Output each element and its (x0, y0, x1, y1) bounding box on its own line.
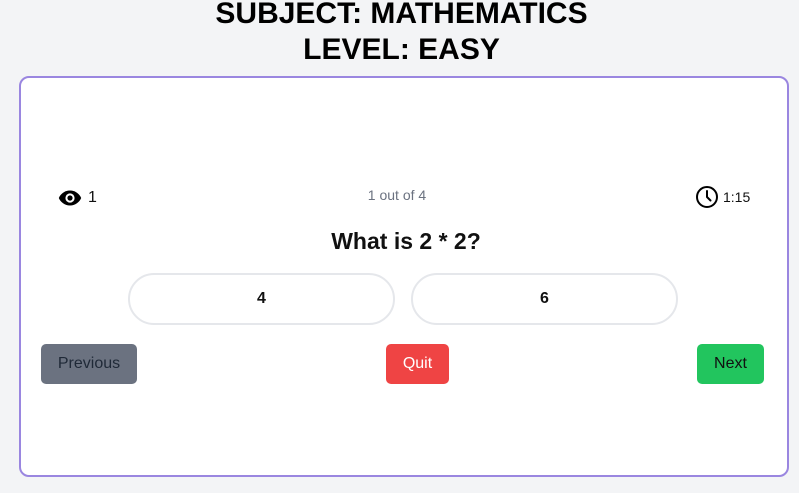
answer-option-2[interactable]: 6 (411, 273, 678, 325)
level-title: LEVEL: EASY (303, 33, 500, 66)
subject-title: SUBJECT: MATHEMATICS (215, 0, 588, 30)
page-title: SUBJECT: MATHEMATICS LEVEL: EASY (0, 0, 799, 68)
question-progress: 1 out of 4 (367, 187, 427, 203)
quiz-card: 1 1 out of 4 1:15 What is 2 * 2? 4 6 Pre… (19, 76, 789, 477)
timer-indicator: 1:15 (695, 185, 750, 209)
clock-icon (695, 185, 719, 209)
answer-option-1[interactable]: 4 (128, 273, 395, 325)
question-text: What is 2 * 2? (331, 228, 481, 254)
previous-button[interactable]: Previous (41, 344, 137, 384)
next-button[interactable]: Next (697, 344, 764, 384)
timer-value: 1:15 (723, 189, 751, 205)
quit-button[interactable]: Quit (386, 344, 449, 384)
